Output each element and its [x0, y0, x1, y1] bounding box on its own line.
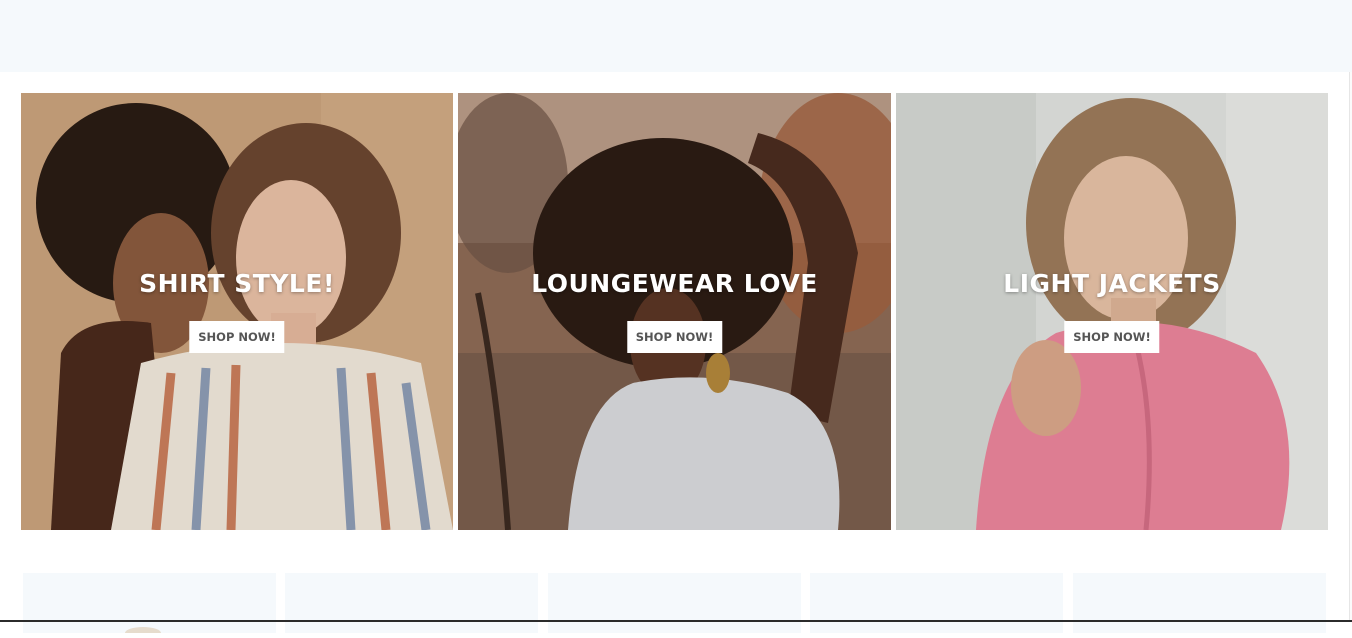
product-image	[125, 627, 161, 638]
promo-tiles: SHIRT STYLE! SHOP NOW! LOUNGEWEAR LOVE S…	[21, 93, 1328, 530]
promo-tile-shirt-style[interactable]: SHIRT STYLE! SHOP NOW!	[21, 93, 453, 530]
tile-overlay	[21, 93, 453, 530]
shop-now-button[interactable]: SHOP NOW!	[1064, 321, 1160, 353]
product-card[interactable]	[548, 573, 801, 633]
tile-title: LOUNGEWEAR LOVE	[531, 269, 818, 298]
tile-overlay	[896, 93, 1328, 530]
shop-now-button[interactable]: SHOP NOW!	[189, 321, 285, 353]
tile-title: SHIRT STYLE!	[139, 269, 335, 298]
product-card[interactable]	[285, 573, 538, 633]
product-card[interactable]	[810, 573, 1063, 633]
tile-overlay	[458, 93, 891, 530]
tile-title: LIGHT JACKETS	[1003, 269, 1221, 298]
product-card[interactable]	[23, 573, 276, 638]
header-band	[0, 0, 1352, 72]
promo-tile-light-jackets[interactable]: LIGHT JACKETS SHOP NOW!	[896, 93, 1328, 530]
promo-tile-loungewear-love[interactable]: LOUNGEWEAR LOVE SHOP NOW!	[458, 93, 891, 530]
product-card[interactable]	[1073, 573, 1326, 633]
shop-now-button[interactable]: SHOP NOW!	[626, 321, 723, 353]
product-cards-row	[23, 573, 1327, 638]
